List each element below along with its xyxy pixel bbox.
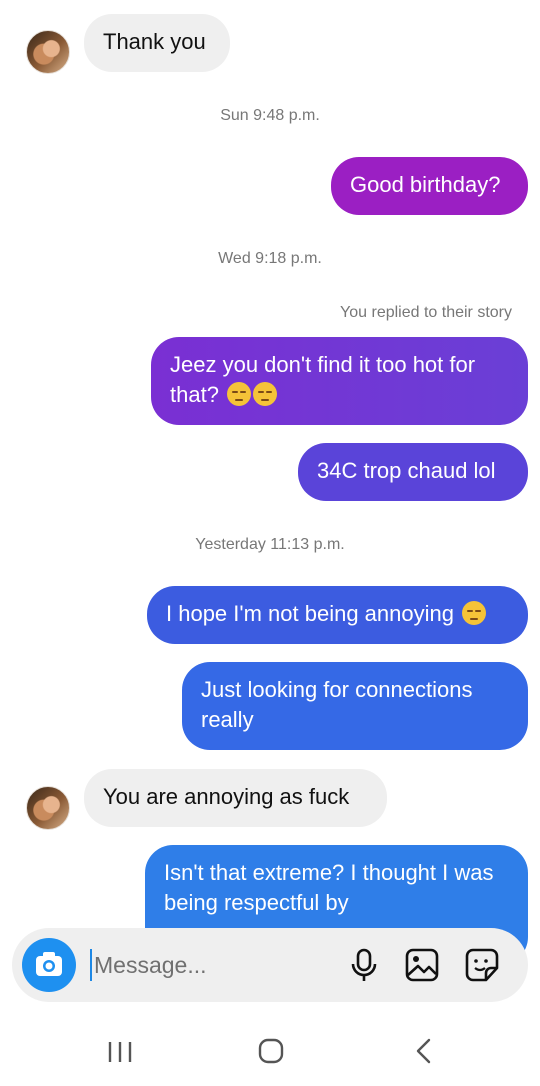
downcast-sweat-face-icon	[253, 382, 278, 406]
back-icon[interactable]	[404, 1030, 444, 1070]
timestamp: Yesterday 11:13 p.m.	[195, 536, 345, 553]
message-sent[interactable]: 34C trop chaud lol	[298, 443, 528, 501]
message-sent[interactable]: Just looking for connections really	[182, 662, 528, 750]
contact-avatar[interactable]	[26, 786, 70, 830]
gallery-icon[interactable]	[404, 946, 440, 984]
text-cursor	[90, 949, 92, 981]
message-sent[interactable]: Jeez you don't find it too hot for that?	[151, 337, 528, 425]
camera-icon	[36, 952, 62, 976]
timestamp: Sun 9:48 p.m.	[220, 107, 320, 124]
message-sent[interactable]: I hope I'm not being annoying	[147, 586, 528, 644]
home-icon[interactable]	[251, 1030, 291, 1070]
downcast-sweat-face-icon	[227, 382, 252, 406]
message-text: Just looking for connections really	[201, 677, 473, 732]
message-sent[interactable]: Good birthday?	[331, 157, 528, 215]
message-text: Jeez you don't find it too hot for that?	[170, 352, 476, 407]
sticker-icon[interactable]	[464, 946, 500, 984]
message-text: Good birthday?	[350, 172, 501, 197]
message-received[interactable]: You are annoying as fuck	[84, 769, 387, 827]
story-reply-label: You replied to their story	[340, 304, 512, 321]
message-text: Thank you	[103, 29, 206, 54]
message-received[interactable]: Thank you	[84, 14, 230, 72]
contact-avatar[interactable]	[26, 30, 70, 74]
microphone-icon[interactable]	[346, 946, 382, 984]
message-text: You are annoying as fuck	[103, 784, 350, 809]
timestamp: Wed 9:18 p.m.	[218, 250, 322, 267]
camera-button[interactable]	[22, 938, 76, 992]
recents-icon[interactable]	[100, 1030, 140, 1070]
message-text: I hope I'm not being annoying	[166, 601, 454, 626]
message-text: 34C trop chaud lol	[317, 458, 496, 483]
message-input[interactable]	[94, 945, 334, 985]
message-composer	[12, 928, 528, 1002]
pensive-face-icon	[462, 601, 487, 625]
message-text: Isn't that extreme? I thought I was bein…	[164, 860, 494, 915]
